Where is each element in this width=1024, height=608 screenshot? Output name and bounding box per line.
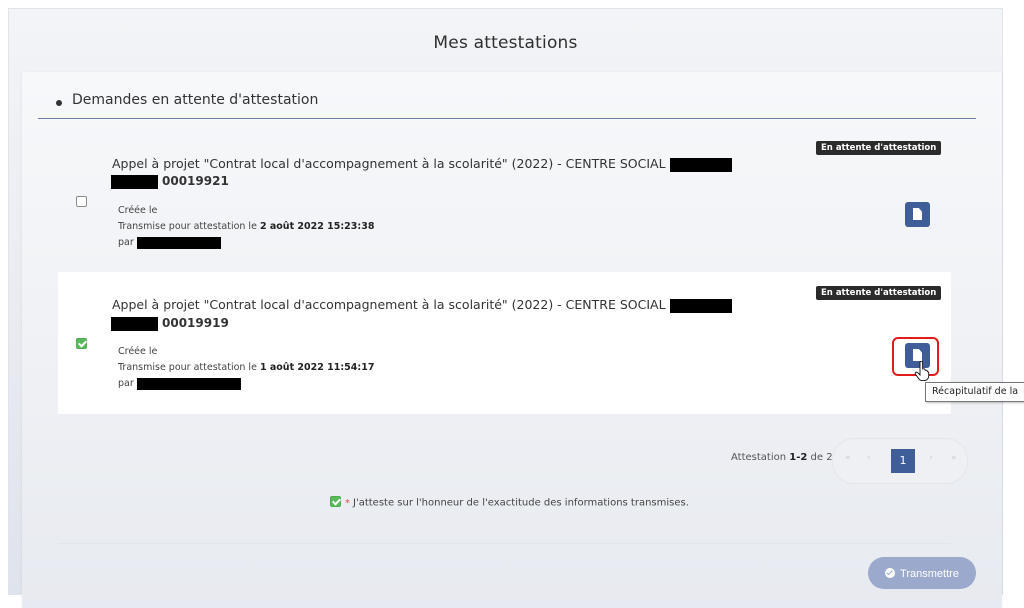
transmitted-line: Transmise pour attestation le 1 août 202… [118,362,375,373]
request-title: Appel à projet "Contrat local d'accompag… [112,296,732,314]
transmitted-line: Transmise pour attestation le 2 août 202… [118,221,375,232]
request-item: Appel à projet "Contrat local d'accompag… [58,272,951,414]
status-badge: En attente d'attestation [816,141,942,155]
pagination: « ‹ 1 › » [832,438,968,484]
section-title: Demandes en attente d'attestation [72,92,319,108]
submit-button[interactable]: Transmettre [868,557,976,589]
attestation-text: J'atteste sur l'honneur de l'exactitude … [353,497,689,509]
required-mark: * [345,497,350,509]
request-meta: Créée le Transmise pour attestation le 1… [118,344,374,392]
request-number: 00019919 [162,316,229,330]
created-line: Créée le [118,205,158,216]
document-icon [913,208,922,220]
tooltip: Récapitulatif de la [925,382,1024,402]
redacted-block [111,175,158,189]
request-item: Appel à projet "Contrat local d'accompag… [58,130,951,268]
pagination-summary: Attestation 1-2 de 2 [731,452,833,463]
attestation-row: * J'atteste sur l'honneur de l'exactitude… [330,496,689,509]
divider [58,543,951,544]
document-icon [913,349,922,361]
request-checkbox[interactable] [76,338,87,349]
redacted-block [669,298,732,313]
last-page-button[interactable]: » [951,453,957,463]
previous-page-button[interactable]: ‹ [867,453,871,463]
redacted-block [111,317,158,331]
attestation-checkbox[interactable] [330,496,341,507]
section-header: Demandes en attente d'attestation [38,90,976,119]
request-title: Appel à projet "Contrat local d'accompag… [112,155,732,173]
redacted-block [669,157,732,172]
created-line: Créée le [118,346,158,357]
next-page-button[interactable]: › [929,453,933,463]
page-title: Mes attestations [433,33,578,53]
redacted-block [136,236,221,249]
request-meta: Créée le Transmise pour attestation le 2… [118,203,374,251]
by-line: par [118,235,374,251]
request-checkbox[interactable] [76,196,87,207]
summary-document-button[interactable] [905,202,930,227]
page-number-button[interactable]: 1 [891,449,915,473]
check-circle-icon [885,568,896,579]
bullet-icon [56,100,62,106]
request-number: 00019921 [162,174,229,188]
hand-cursor-icon [914,361,930,381]
by-line: par [118,376,374,392]
first-page-button[interactable]: « [845,453,851,463]
redacted-block [136,377,241,390]
status-badge: En attente d'attestation [816,286,942,300]
